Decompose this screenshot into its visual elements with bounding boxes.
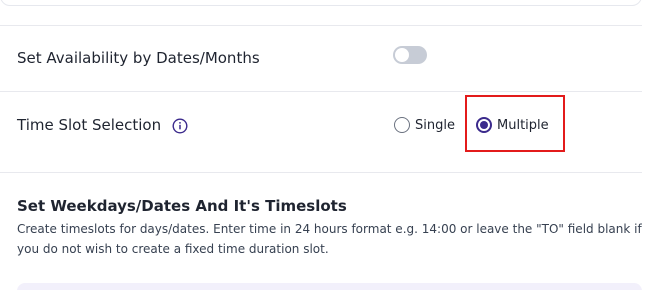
radio-single-circle[interactable]	[394, 117, 410, 133]
timeslots-panel	[17, 283, 642, 290]
highlight-annotation-box	[465, 95, 565, 152]
radio-single[interactable]: Single	[394, 116, 455, 134]
page: Set Availability by Dates/Months Time Sl…	[0, 0, 650, 290]
timeslots-section-description: Create timeslots for days/dates. Enter t…	[17, 222, 642, 256]
divider	[0, 91, 642, 92]
availability-toggle[interactable]	[393, 46, 427, 64]
availability-label: Set Availability by Dates/Months	[17, 49, 260, 67]
radio-single-label: Single	[415, 117, 455, 133]
divider	[0, 172, 642, 173]
time-slot-label: Time Slot Selection	[17, 116, 162, 134]
previous-section-panel	[0, 0, 642, 6]
toggle-knob	[395, 48, 409, 62]
info-circle-icon[interactable]	[172, 118, 188, 134]
divider	[0, 25, 642, 26]
timeslots-section-title: Set Weekdays/Dates And It's Timeslots	[17, 197, 347, 215]
